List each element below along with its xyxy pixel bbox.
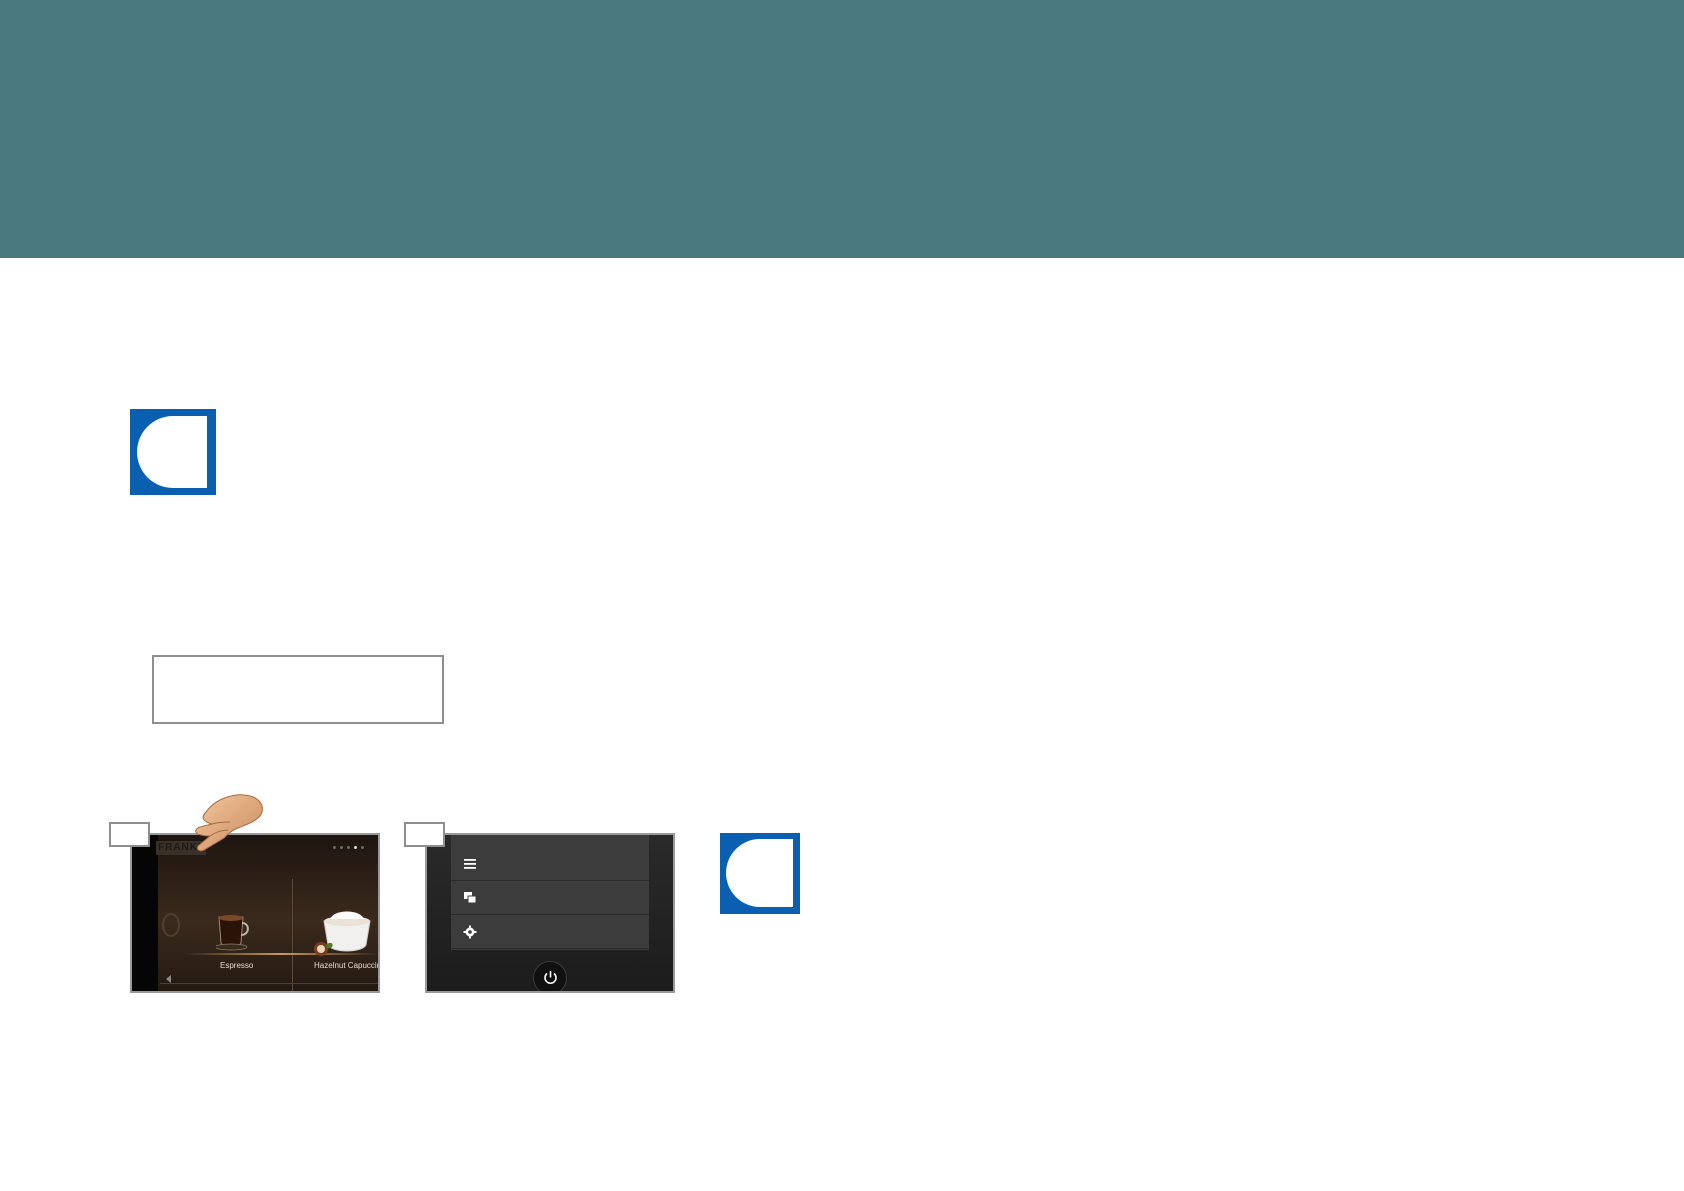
power-icon (544, 971, 557, 985)
header-band (0, 0, 1684, 258)
hazelnut-icon (314, 942, 333, 956)
info-icon (130, 409, 216, 495)
coffee-machine-menu-screen (425, 833, 675, 993)
menu-item-settings[interactable] (451, 915, 649, 949)
page-indicator (333, 846, 364, 849)
gear-icon (463, 925, 477, 939)
info-icon (720, 833, 800, 914)
menu-item-windows[interactable] (451, 881, 649, 915)
espresso-cup-icon[interactable] (216, 911, 252, 951)
page-dot (340, 846, 343, 849)
menu-panel (451, 835, 649, 950)
blank-label-box (152, 655, 444, 724)
tile-bottom-line (160, 983, 378, 984)
beverage-label-hazelnut-cappuccino[interactable]: Hazelnut Capuccin (314, 961, 378, 970)
pointing-hand-icon (195, 794, 263, 852)
figure-tag-1 (109, 822, 150, 847)
list-icon (464, 859, 476, 869)
page-dot (347, 846, 350, 849)
partial-cup-icon (162, 913, 180, 937)
windows-icon (464, 892, 477, 904)
coffee-machine-home-screen: FRANKE Espresso Hazelnut Capuccin (130, 833, 380, 993)
page-dot-active (354, 846, 357, 849)
arrow-left-icon[interactable] (166, 975, 171, 983)
page-dot (361, 846, 364, 849)
figure-tag-2 (404, 822, 445, 847)
screen-left-strip (132, 835, 158, 991)
beverage-label-espresso[interactable]: Espresso (220, 961, 253, 970)
menu-item-list[interactable] (451, 847, 649, 881)
page-dot (333, 846, 336, 849)
manual-page: FRANKE Espresso Hazelnut Capuccin (0, 0, 1684, 1191)
power-button[interactable] (533, 961, 567, 991)
tile-divider (292, 879, 293, 991)
